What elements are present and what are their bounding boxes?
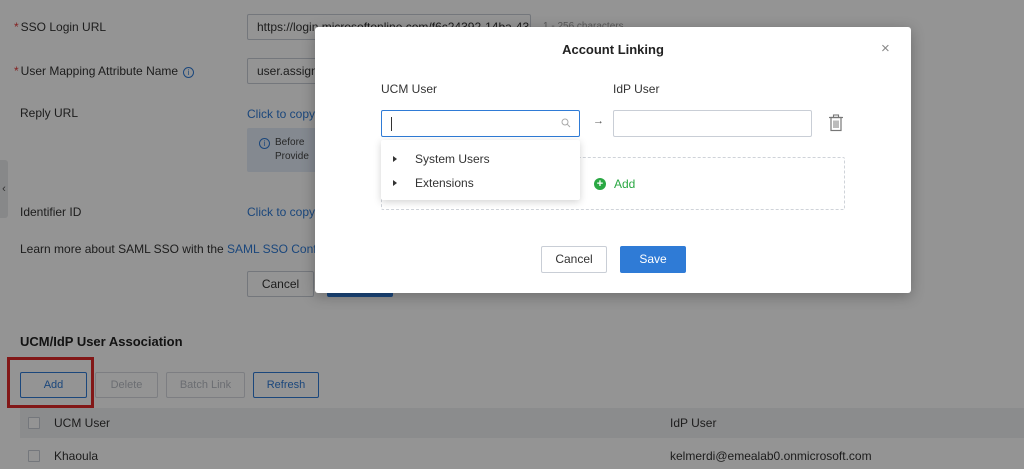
plus-circle-icon: + <box>594 178 606 190</box>
trash-icon[interactable] <box>828 114 844 132</box>
ucm-user-dropdown: System Users Extensions <box>381 140 580 200</box>
arrow-right-icon: → <box>593 115 604 127</box>
dropdown-option-extensions[interactable]: Extensions <box>381 172 580 194</box>
idp-user-input[interactable] <box>613 110 812 137</box>
add-mapping-button[interactable]: + Add <box>594 177 635 191</box>
dialog-title: Account Linking <box>562 42 664 57</box>
text-caret <box>391 117 392 131</box>
ucm-user-label: UCM User <box>381 82 437 96</box>
dialog-cancel-button[interactable]: Cancel <box>541 246 607 273</box>
idp-user-label: IdP User <box>613 82 660 96</box>
dialog-save-button[interactable]: Save <box>620 246 686 273</box>
dropdown-option-system-users[interactable]: System Users <box>381 148 580 170</box>
account-linking-dialog: Account Linking × UCM User IdP User → + … <box>315 27 911 293</box>
caret-right-icon <box>393 156 397 162</box>
caret-right-icon <box>393 180 397 186</box>
close-icon[interactable]: × <box>881 41 890 57</box>
ucm-user-select[interactable] <box>381 110 580 137</box>
search-icon <box>561 118 571 128</box>
